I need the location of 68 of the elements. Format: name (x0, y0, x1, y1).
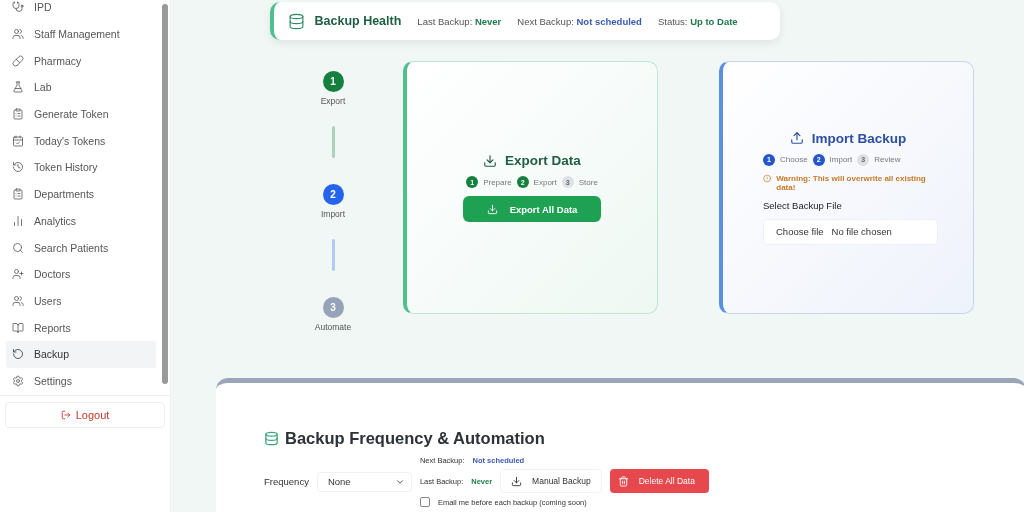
step-label: Prepare (483, 177, 512, 187)
sidebar-item[interactable]: Reports (6, 314, 156, 341)
step-label: Review (874, 155, 901, 164)
sidebar-item[interactable]: Backup (6, 340, 156, 368)
clipboard-icon (12, 108, 24, 121)
users-icon (12, 28, 24, 41)
health-title: Backup Health (314, 14, 402, 28)
step-circle: 1 (322, 71, 344, 92)
logout-button[interactable]: Logout (5, 402, 165, 428)
logout-icon (60, 410, 71, 420)
sidebar-item[interactable]: Generate Token (6, 100, 156, 128)
step-label: Export (320, 96, 346, 106)
step-label: Import (320, 209, 346, 219)
warning-text: Warning: This will overwrite all existing data! (776, 173, 927, 192)
download-icon (483, 153, 498, 168)
step-label: Automate (314, 322, 352, 332)
sidebar-item[interactable]: Lab (6, 74, 156, 101)
flask-icon (12, 81, 24, 94)
manual-backup-button[interactable]: Manual Backup (500, 469, 602, 493)
health-stat: Status: Up to Date (657, 15, 738, 27)
card-title: Export Data (483, 153, 581, 168)
health-stat: Last Backup: Never (417, 15, 502, 27)
health-stat: Next Backup: Not scheduled (517, 15, 642, 27)
sidebar-item[interactable]: Doctors (6, 260, 156, 288)
database-icon (264, 431, 279, 446)
scrollbar[interactable] (162, 4, 168, 384)
stethoscope-icon (12, 1, 24, 14)
users-icon (12, 294, 24, 307)
download-icon (511, 475, 523, 487)
field-label: Select Backup File (763, 199, 842, 211)
sidebar-item[interactable]: Settings (6, 367, 156, 395)
step-label: Import (829, 155, 853, 164)
pill-icon (12, 54, 24, 67)
sidebar-item[interactable]: Departments (6, 180, 156, 208)
sidebar-item[interactable]: Analytics (6, 207, 156, 235)
sidebar-item[interactable]: Staff Management (6, 20, 156, 48)
sidebar-item[interactable]: Today's Tokens (6, 127, 156, 155)
trash-icon (617, 475, 629, 487)
step-label: Choose (780, 155, 808, 164)
step-circle: 2 (322, 184, 344, 205)
clipboard-icon (12, 188, 24, 201)
frequency-select[interactable]: None (316, 471, 412, 492)
step-circle: 3 (322, 297, 344, 318)
search-icon (12, 241, 24, 254)
checkbox[interactable] (419, 497, 430, 507)
user-plus-icon (12, 268, 24, 281)
panel-title: Backup Frequency & Automation (264, 429, 978, 448)
step-label: Export (533, 177, 557, 187)
book-icon (12, 321, 24, 334)
warning-icon (763, 173, 772, 183)
calendar-icon (12, 134, 24, 147)
sidebar-item[interactable]: Search Patients (6, 234, 156, 261)
history-icon (12, 161, 24, 174)
sidebar-item[interactable]: Users (6, 287, 156, 315)
rotate-icon (12, 348, 24, 361)
settings-icon (12, 374, 24, 387)
sidebar-item[interactable]: Pharmacy (6, 47, 156, 75)
delete-button[interactable]: Delete All Data (609, 469, 709, 493)
file-input[interactable]: Choose file No file chosen (763, 218, 938, 245)
bar-chart-icon (12, 214, 24, 227)
card-title: Import Backup (789, 130, 907, 146)
database-icon (287, 12, 305, 30)
step-label: Store (578, 177, 598, 187)
download-icon (486, 203, 498, 215)
sidebar-item[interactable]: IPD (6, 0, 156, 21)
sidebar-item[interactable]: Token History (6, 154, 156, 181)
field-label: Frequency (264, 476, 309, 487)
upload-icon (789, 131, 804, 145)
